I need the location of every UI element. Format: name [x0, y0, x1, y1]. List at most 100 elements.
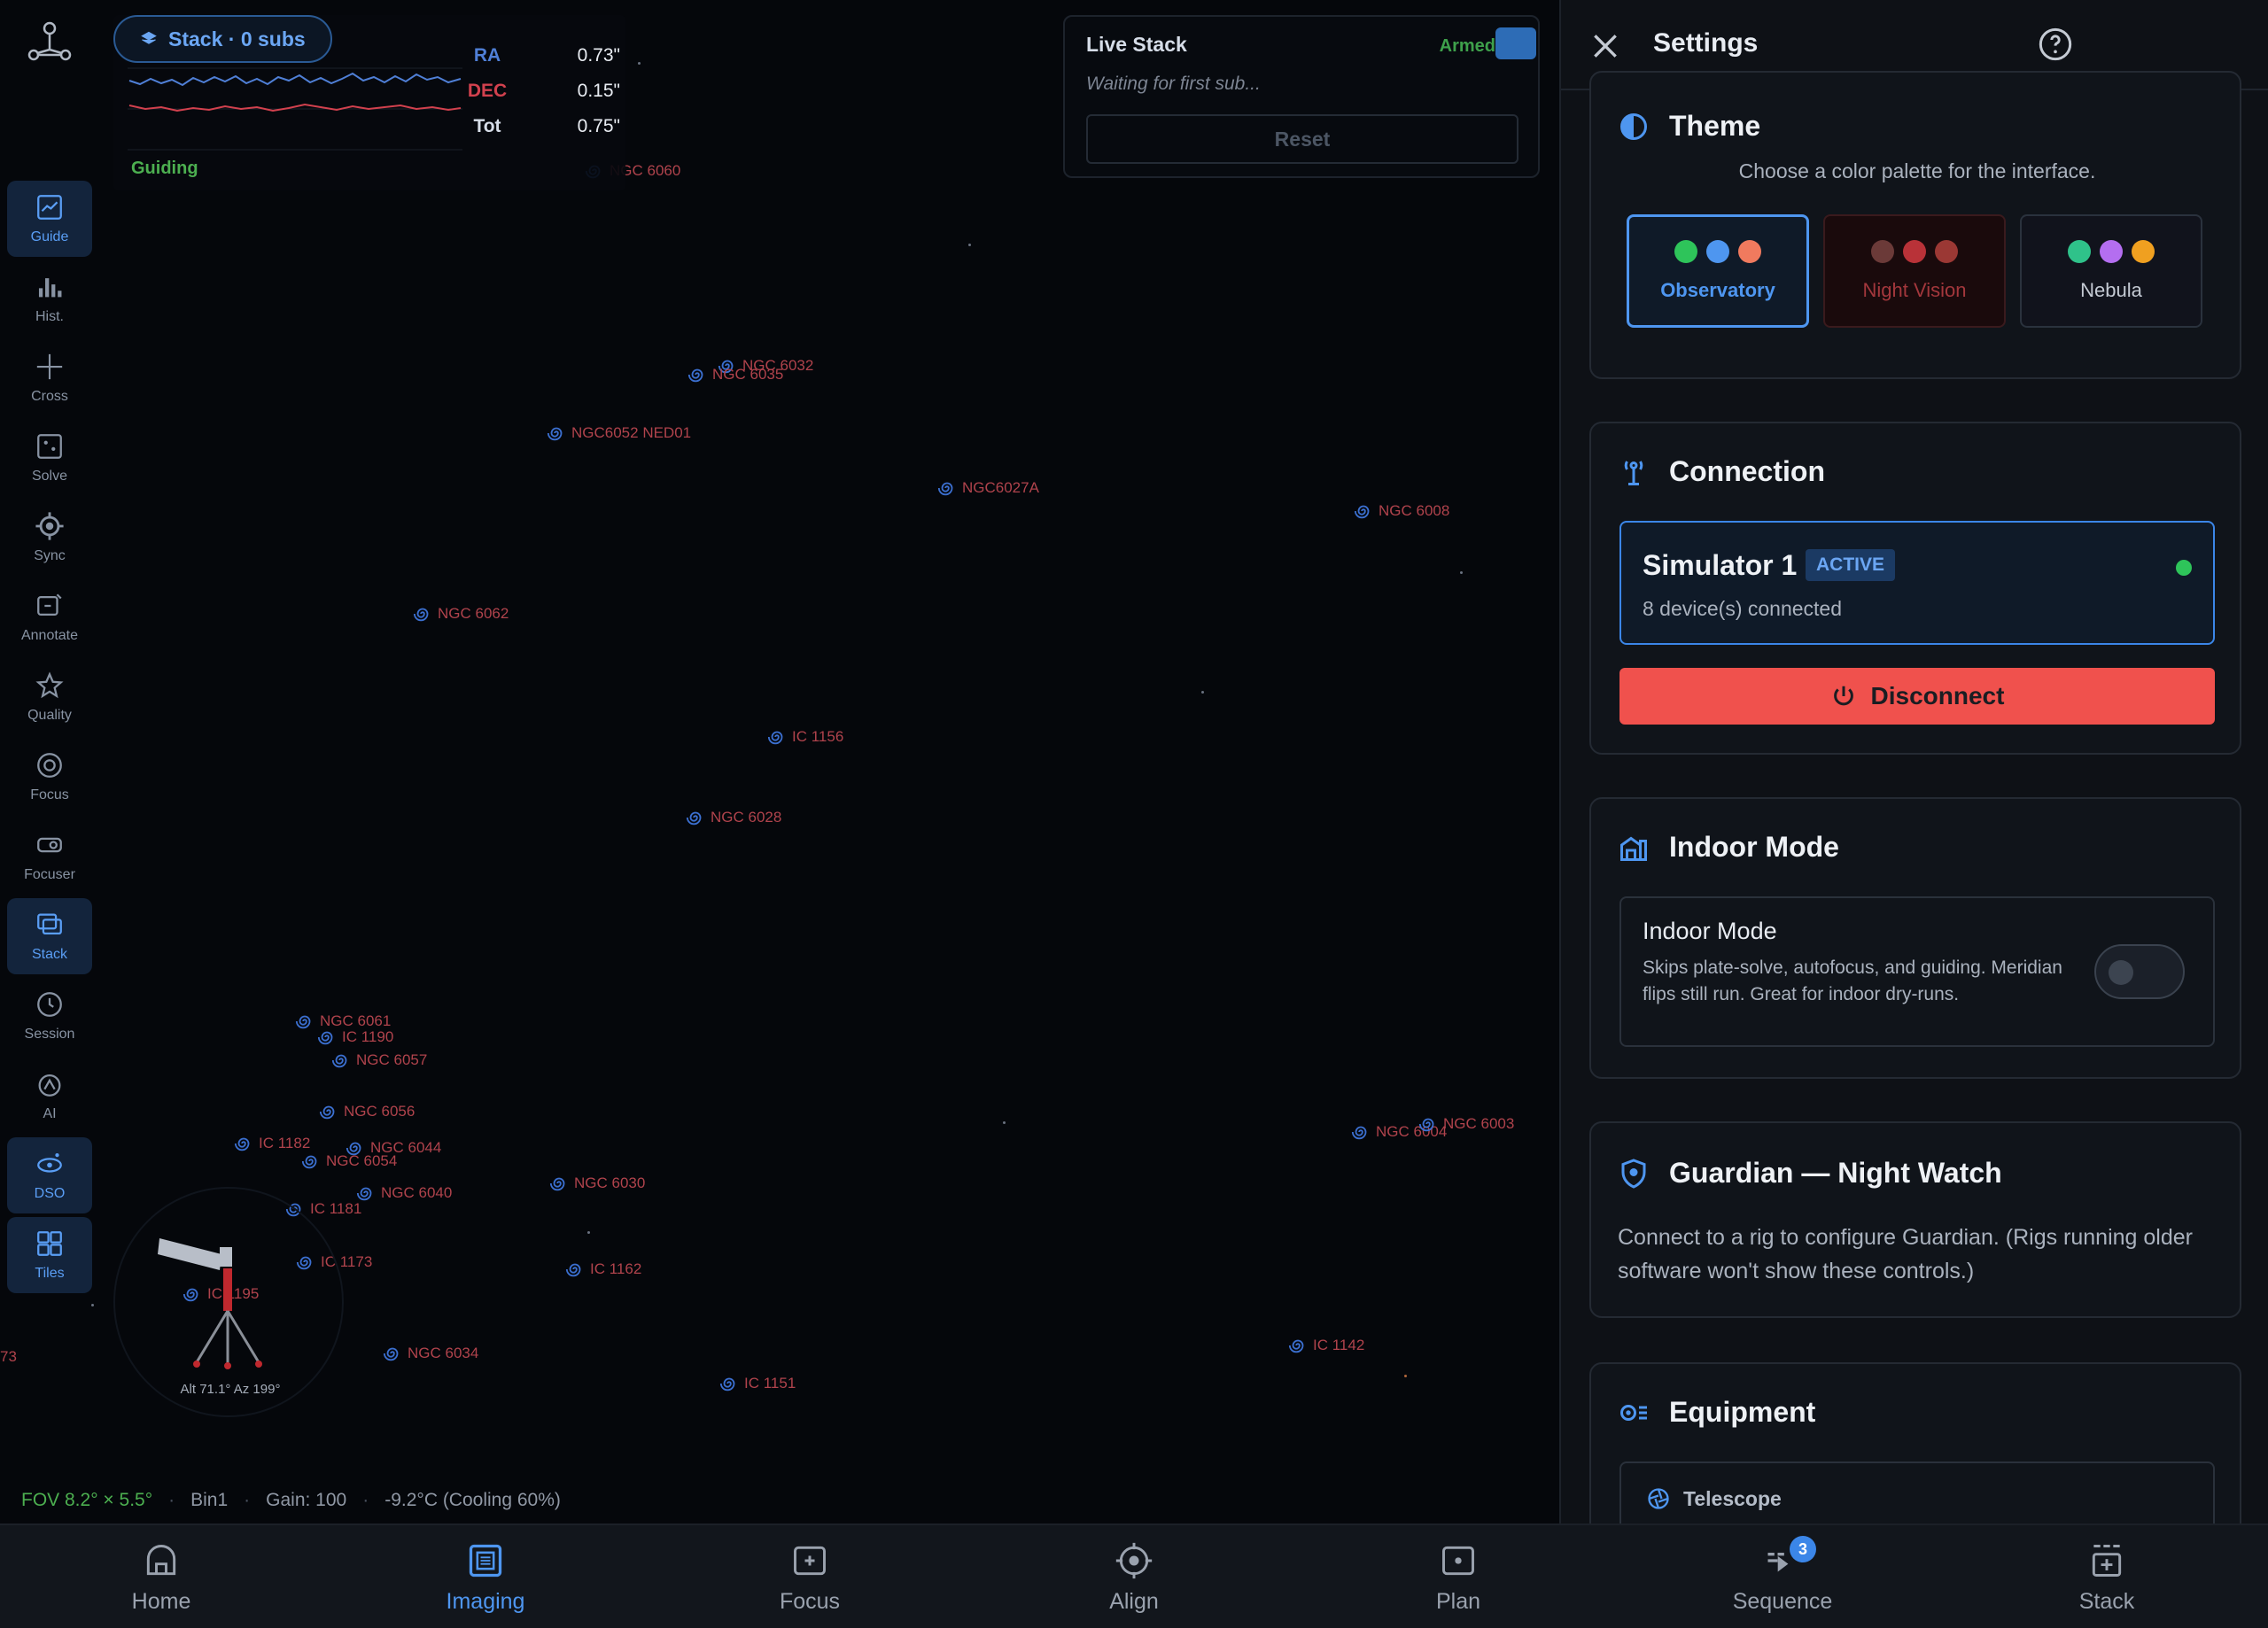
dso-label[interactable]: NGC 6035 — [687, 365, 783, 384]
logo-icon — [27, 21, 72, 61]
dso-label[interactable]: NGC 6028 — [686, 808, 781, 827]
disconnect-button[interactable]: Disconnect — [1619, 668, 2215, 725]
stack-count-pill[interactable]: Stack · 0 subs — [113, 15, 332, 63]
mount-altaz-widget: Alt 71.1° Az 199° — [113, 1187, 344, 1417]
rail-quality[interactable]: Quality — [7, 659, 92, 735]
galaxy-icon — [319, 1105, 335, 1120]
dso-label[interactable]: IC 1156 — [767, 727, 843, 747]
galaxy-icon — [565, 1263, 581, 1277]
galaxy-icon — [549, 1177, 565, 1191]
indoor-mode-card: Indoor Mode Indoor Mode Skips plate-solv… — [1589, 797, 2241, 1079]
palette-swatches — [2068, 240, 2155, 263]
dso-label[interactable]: NGC6027A — [937, 478, 1039, 498]
close-icon[interactable] — [1588, 28, 1623, 64]
bin-readout: Bin1 — [190, 1490, 229, 1510]
dso-label[interactable]: NGC 6030 — [549, 1174, 645, 1193]
theme-card: Theme Choose a color palette for the int… — [1589, 71, 2241, 379]
galaxy-icon — [1354, 505, 1370, 519]
sky-view[interactable]: NGC 6060 NGC 6032 NGC 6035 NGC6052 NED01… — [0, 0, 1559, 1523]
separator-dot: · — [362, 1490, 369, 1510]
galaxy-icon — [1418, 1118, 1434, 1132]
nav-home[interactable]: Home — [82, 1525, 241, 1628]
toggle-knob — [2109, 960, 2133, 985]
telescope-icon — [158, 1238, 262, 1369]
ai-icon — [38, 1074, 61, 1097]
nav-sequence[interactable]: Sequence 3 — [1703, 1525, 1862, 1628]
palette-swatches — [1674, 240, 1761, 263]
dso-label[interactable]: IC 1182 — [234, 1134, 310, 1153]
tiles-icon — [37, 1231, 62, 1256]
active-profile-card[interactable]: Simulator 1 ACTIVE 8 device(s) connected — [1619, 521, 2215, 645]
nav-stack[interactable]: Stack — [2027, 1525, 2186, 1628]
palette-swatches — [1871, 240, 1958, 263]
dso-label[interactable]: IC 1142 — [1288, 1336, 1364, 1355]
dso-label[interactable]: IC 1151 — [719, 1374, 796, 1393]
star-dot — [1003, 1121, 1006, 1124]
indoor-mode-description: Skips plate-solve, autofocus, and guidin… — [1643, 957, 2062, 1004]
rail-tiles[interactable]: Tiles — [7, 1217, 92, 1293]
dso-label[interactable]: NGC 6034 — [383, 1344, 478, 1363]
aperture-icon — [1648, 1488, 1669, 1509]
star-dot — [1404, 1375, 1407, 1377]
focus-frame-icon — [794, 1546, 826, 1575]
device-count: 8 device(s) connected — [1643, 597, 1843, 620]
galaxy-icon — [317, 1031, 333, 1045]
live-stack-title: Live Stack — [1086, 33, 1187, 56]
camera-status-bar: FOV 8.2° × 5.5° · Bin1 · Gain: 100 · -9.… — [0, 1477, 1559, 1523]
theme-heading: Theme — [1618, 110, 1760, 143]
indoor-mode-label: Indoor Mode — [1643, 918, 1777, 944]
dso-label[interactable]: IC 1190 — [317, 1027, 393, 1047]
nav-plan[interactable]: Plan — [1379, 1525, 1538, 1628]
rail-ai[interactable]: AI — [7, 1058, 92, 1134]
guide-status: Guiding — [131, 159, 198, 178]
armed-status: Armed — [1439, 36, 1495, 56]
dso-label[interactable]: NGC 6056 — [319, 1102, 415, 1121]
theme-option-observatory[interactable]: Observatory — [1627, 214, 1809, 328]
rail-stack[interactable]: Stack — [7, 898, 92, 974]
rail-focus[interactable]: Focus — [7, 739, 92, 815]
reset-button[interactable]: Reset — [1086, 114, 1518, 164]
theme-option-nebula[interactable]: Nebula — [2020, 214, 2202, 328]
telescope-row[interactable]: Telescope — [1619, 1461, 2215, 1523]
rail-annotate[interactable]: Annotate — [7, 579, 92, 655]
rail-focuser[interactable]: Focuser — [7, 818, 92, 895]
antenna-icon — [1624, 460, 1643, 485]
rail-guide[interactable]: Guide — [7, 181, 92, 257]
annotate-icon — [37, 593, 62, 616]
dso-label[interactable]: NGC 6062 — [413, 604, 509, 624]
dso-label[interactable]: NGC 6057 — [331, 1050, 427, 1070]
tool-rail: Guide Hist. Cross Solve Sync Annotate Qu… — [0, 0, 99, 1523]
rail-sync[interactable]: Sync — [7, 500, 92, 576]
clock-icon — [37, 992, 62, 1017]
nav-focus[interactable]: Focus — [730, 1525, 889, 1628]
help-icon[interactable] — [2038, 27, 2073, 62]
theme-option-night-vision[interactable]: Night Vision — [1823, 214, 2006, 328]
equipment-heading: Equipment — [1618, 1396, 1815, 1429]
indoor-mode-toggle[interactable] — [2094, 944, 2185, 999]
imaging-icon — [469, 1544, 502, 1577]
shield-icon — [1621, 1158, 1646, 1189]
rail-cross[interactable]: Cross — [7, 340, 92, 416]
rail-session[interactable]: Session — [7, 978, 92, 1054]
dso-label[interactable]: NGC 6008 — [1354, 501, 1449, 521]
armed-toggle-icon[interactable] — [1495, 27, 1536, 59]
active-badge: ACTIVE — [1806, 549, 1896, 581]
separator-dot: · — [168, 1490, 175, 1510]
dso-label[interactable]: IC 1162 — [565, 1260, 641, 1279]
solve-icon — [37, 434, 62, 459]
rail-hist[interactable]: Hist. — [7, 260, 92, 337]
nav-imaging[interactable]: Imaging — [406, 1525, 565, 1628]
fov-readout: FOV 8.2° × 5.5° — [21, 1490, 153, 1510]
dso-label[interactable]: NGC 6040 — [356, 1183, 452, 1203]
guide-rms-table: RA 0.73" DEC 0.15" Tot 0.75" — [461, 38, 620, 144]
nav-align[interactable]: Align — [1054, 1525, 1214, 1628]
rail-solve[interactable]: Solve — [7, 420, 92, 496]
home-icon — [146, 1544, 176, 1575]
theme-description: Choose a color palette for the interface… — [1738, 159, 2096, 182]
guide-row-dec: DEC 0.15" — [467, 81, 620, 101]
rail-dso[interactable]: DSO — [7, 1137, 92, 1213]
dso-label[interactable]: NGC6052 NED01 — [547, 423, 691, 443]
galaxy-icon — [767, 731, 783, 745]
dso-label[interactable]: NGC 6054 — [301, 1151, 397, 1171]
dso-label[interactable]: NGC 6003 — [1418, 1114, 1514, 1134]
